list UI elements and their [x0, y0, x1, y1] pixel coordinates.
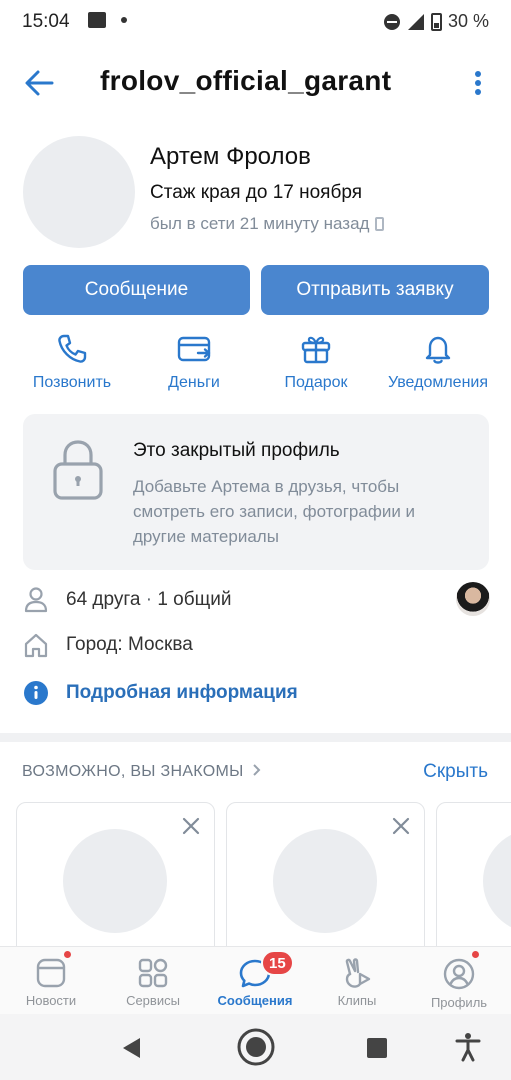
gift-icon	[301, 336, 331, 364]
message-button[interactable]: Сообщение	[23, 265, 250, 315]
clips-icon	[345, 958, 371, 988]
suggestion-avatar	[273, 829, 377, 933]
suggestions-title[interactable]: ВОЗМОЖНО, ВЫ ЗНАКОМЫ	[22, 763, 262, 781]
suggestion-avatar	[63, 829, 167, 933]
more-vertical-icon[interactable]	[466, 68, 490, 98]
top-app-bar: frolov_official_garant	[0, 50, 511, 114]
tab-profile[interactable]: Профиль	[409, 947, 509, 1015]
action-money-label: Деньги	[168, 374, 220, 391]
news-unread-dot	[63, 950, 72, 959]
action-call-label: Позвонить	[32, 374, 112, 391]
money-card-icon	[177, 336, 211, 362]
system-navigation-bar	[0, 1014, 511, 1080]
bell-icon	[425, 336, 451, 364]
news-icon	[36, 958, 66, 988]
tab-services[interactable]: Сервисы	[103, 947, 203, 1015]
accessibility-icon[interactable]	[455, 1032, 481, 1062]
chevron-right-icon	[253, 764, 261, 776]
gallery-icon	[88, 12, 106, 28]
city-row: Город: Москва	[0, 625, 511, 665]
tab-clips-label: Клипы	[337, 993, 377, 1008]
city-text: Город: Москва	[66, 634, 193, 655]
closed-profile-card: Это закрытый профиль Добавьте Артема в д…	[23, 414, 489, 570]
lock-icon	[53, 440, 103, 500]
status-time: 15:04	[22, 11, 70, 32]
online-status-text: был в сети 21 минуту назад	[150, 214, 370, 233]
info-icon	[24, 681, 48, 705]
profile-screen: 15:04 30 % frolov_official_garant Артем …	[0, 0, 511, 1080]
tab-clips[interactable]: Клипы	[307, 947, 407, 1015]
system-back-icon[interactable]	[120, 1036, 142, 1060]
friends-total: 64 друга	[66, 589, 141, 610]
suggestion-card[interactable]	[226, 802, 425, 962]
action-notifications[interactable]: Уведомления	[378, 332, 498, 402]
dnd-icon	[383, 13, 400, 30]
section-divider	[0, 733, 511, 742]
notification-dot-icon	[121, 17, 127, 23]
detailed-info-row[interactable]: Подробная информация	[0, 673, 511, 713]
mutual-friend-avatar[interactable]	[456, 582, 490, 616]
action-money[interactable]: Деньги	[134, 332, 254, 402]
online-status: был в сети 21 минуту назад	[150, 214, 385, 234]
system-home-icon[interactable]	[236, 1027, 276, 1067]
tab-news-label: Новости	[25, 993, 77, 1008]
close-icon[interactable]	[392, 817, 410, 835]
friends-count: 64 друга · 1 общий	[66, 589, 231, 611]
services-icon	[138, 958, 168, 988]
messages-count-badge: 15	[261, 950, 294, 976]
suggestions-title-text: ВОЗМОЖНО, ВЫ ЗНАКОМЫ	[22, 763, 244, 780]
back-arrow-icon[interactable]	[22, 66, 56, 100]
phone-icon	[58, 334, 87, 363]
action-gift-label: Подарок	[284, 374, 348, 391]
close-icon[interactable]	[182, 817, 200, 835]
profile-status: Стаж края до 17 ноября	[150, 182, 362, 203]
action-call[interactable]: Позвонить	[12, 332, 132, 402]
tab-profile-label: Профиль	[430, 995, 488, 1010]
profile-icon	[443, 958, 475, 990]
friends-mutual: 1 общий	[157, 589, 232, 610]
page-title: frolov_official_garant	[100, 65, 392, 96]
user-icon	[24, 587, 48, 613]
battery-icon	[430, 12, 442, 31]
tab-news[interactable]: Новости	[1, 947, 101, 1015]
closed-profile-title: Это закрытый профиль	[133, 440, 340, 461]
status-right: 30 %	[383, 11, 489, 32]
profile-unread-dot	[471, 950, 480, 959]
mobile-device-icon	[375, 217, 385, 231]
action-notifications-label: Уведомления	[387, 374, 489, 391]
battery-level: 30 %	[447, 11, 489, 31]
tab-messages-label: Сообщения	[217, 993, 293, 1008]
action-gift[interactable]: Подарок	[256, 332, 376, 402]
suggestion-avatar	[483, 829, 511, 933]
send-request-button[interactable]: Отправить заявку	[261, 265, 489, 315]
profile-name: Артем Фролов	[150, 143, 311, 170]
status-bar: 15:04 30 %	[0, 0, 511, 44]
hide-suggestions-button[interactable]: Скрыть	[423, 761, 488, 783]
tab-services-label: Сервисы	[126, 993, 180, 1008]
profile-avatar[interactable]	[23, 136, 135, 248]
system-recents-icon[interactable]	[366, 1037, 388, 1059]
home-icon	[24, 633, 48, 658]
suggestion-card[interactable]	[436, 802, 511, 962]
friends-row[interactable]: 64 друга · 1 общий	[0, 580, 511, 620]
bottom-navigation: Новости Сервисы Сообщения Клипы Профиль	[0, 946, 511, 1014]
signal-icon	[407, 13, 424, 30]
detailed-info-link[interactable]: Подробная информация	[66, 682, 298, 704]
suggestion-card[interactable]	[16, 802, 215, 962]
closed-profile-text: Добавьте Артема в друзья, чтобы смотреть…	[133, 477, 416, 546]
friends-separator: ·	[140, 589, 158, 610]
